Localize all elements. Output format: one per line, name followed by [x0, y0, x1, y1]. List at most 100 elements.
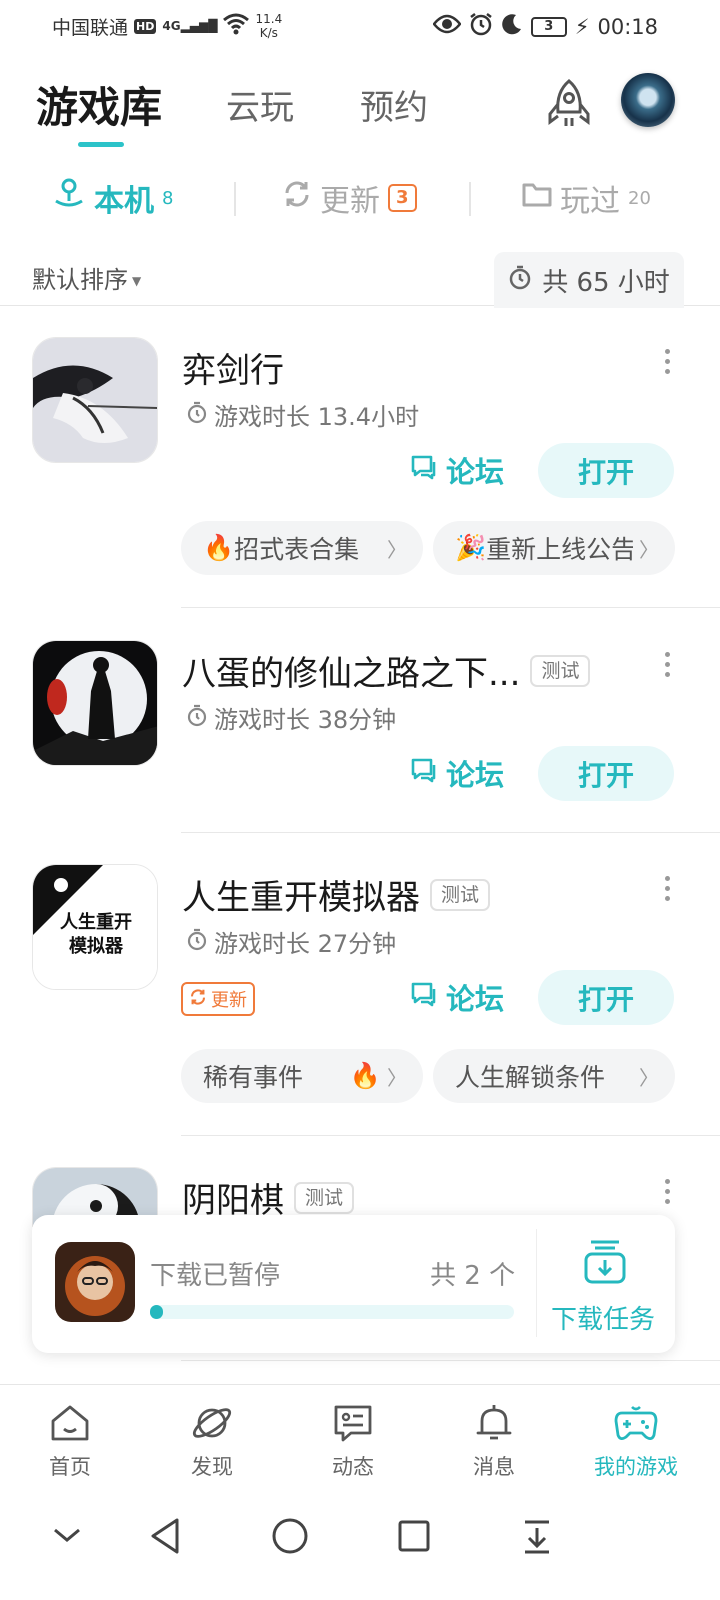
- timer-icon: [186, 703, 208, 733]
- chat-icon: [410, 756, 438, 790]
- more-menu-icon[interactable]: [662, 1179, 672, 1204]
- download-tray-icon[interactable]: [581, 1238, 629, 1286]
- forum-button[interactable]: 论坛: [410, 752, 504, 794]
- subtab-update-label: 更新: [320, 184, 380, 219]
- playtime-text: 游戏时长 13.4小时: [214, 403, 420, 431]
- guide-chips: 稀有事件 🔥 〉 人生解锁条件 〉: [181, 1049, 675, 1103]
- download-panel[interactable]: 下载已暂停 共 2 个 下载任务: [32, 1215, 675, 1353]
- nav-feed[interactable]: 动态: [283, 1401, 423, 1481]
- chip-relaunch-notice[interactable]: 🎉 重新上线公告 〉: [433, 521, 675, 575]
- chevron-right-icon: 〉: [639, 537, 659, 562]
- download-tasks-button[interactable]: 下载任务: [551, 1299, 655, 1336]
- network-type: 4G: [162, 19, 181, 33]
- more-menu-icon[interactable]: [662, 652, 672, 677]
- refresh-icon: [189, 988, 207, 1011]
- chip-label: 稀有事件: [203, 1063, 304, 1092]
- joystick-icon: [52, 177, 86, 219]
- fire-icon: 🔥: [349, 1061, 381, 1090]
- speed-value: 11.4: [255, 12, 283, 26]
- nav-messages[interactable]: 消息: [424, 1401, 564, 1481]
- nav-label: 消息: [473, 1455, 515, 1479]
- game-icon-badan[interactable]: [32, 640, 158, 766]
- notification-shade-icon[interactable]: [513, 1512, 561, 1560]
- nav-home[interactable]: 首页: [0, 1401, 140, 1481]
- forum-label: 论坛: [446, 758, 505, 792]
- charging-icon: ⚡: [574, 14, 590, 39]
- speed-unit: K/s: [259, 26, 278, 40]
- nav-discover[interactable]: 发现: [142, 1401, 282, 1481]
- chip-unlock-conditions[interactable]: 人生解锁条件 〉: [433, 1049, 675, 1103]
- tab-game-library[interactable]: 游戏库: [36, 74, 162, 135]
- rocket-icon[interactable]: [544, 78, 594, 130]
- chevron-down-icon[interactable]: [43, 1512, 91, 1560]
- battery-icon: 3: [530, 16, 567, 37]
- bell-icon: [476, 1405, 512, 1440]
- network-speed: 11.4 K/s: [255, 12, 282, 40]
- eye-icon: [432, 14, 462, 39]
- update-count-badge: 3: [388, 184, 417, 212]
- playtime: 游戏时长 13.4小时: [186, 397, 419, 432]
- update-tag[interactable]: 更新: [181, 982, 255, 1016]
- subtab-local[interactable]: 本机 8: [52, 176, 173, 220]
- sub-tabs: 本机 8 更新 3 玩过 20: [0, 168, 720, 228]
- wifi-icon: [223, 13, 250, 40]
- game-title-row: 人生重开模拟器 测试: [182, 870, 491, 919]
- nav-label: 首页: [49, 1455, 91, 1479]
- chip-rare-events[interactable]: 稀有事件 🔥 〉: [181, 1049, 423, 1103]
- more-menu-icon[interactable]: [662, 349, 672, 374]
- game-icon-life-restart[interactable]: 人生重开 模拟器: [32, 864, 158, 990]
- subtab-played[interactable]: 玩过 20: [522, 176, 651, 220]
- chevron-right-icon: 〉: [387, 537, 407, 562]
- more-menu-icon[interactable]: [662, 876, 672, 901]
- test-tag: 测试: [530, 654, 591, 687]
- chevron-right-icon: 〉: [639, 1065, 659, 1090]
- open-button[interactable]: 打开: [538, 970, 674, 1025]
- chip-move-list[interactable]: 🔥 招式表合集 〉: [181, 521, 423, 575]
- total-playtime-text: 共 65 小时: [542, 267, 670, 298]
- status-right: 3 ⚡ 00:18: [432, 12, 658, 41]
- moon-icon: [501, 13, 523, 40]
- folder-icon: [522, 180, 552, 216]
- game-icon-yijianxing[interactable]: [32, 337, 158, 463]
- chip-label: 重新上线公告: [486, 535, 633, 564]
- sort-row: 默认排序 ▼ 共 65 小时: [0, 250, 720, 308]
- recents-icon[interactable]: [390, 1512, 438, 1560]
- open-button[interactable]: 打开: [538, 746, 674, 801]
- tab-cloud-play[interactable]: 云玩: [226, 80, 294, 129]
- nav-label: 动态: [332, 1455, 374, 1479]
- divider: [181, 832, 720, 833]
- subtab-update[interactable]: 更新 3: [282, 176, 417, 220]
- nav-my-games[interactable]: 我的游戏: [566, 1401, 706, 1481]
- party-popper-icon: 🎉: [455, 533, 487, 562]
- sort-label: 默认排序: [32, 266, 128, 294]
- user-avatar[interactable]: [621, 73, 675, 127]
- alarm-icon: [469, 12, 493, 41]
- system-nav-bar: [0, 1490, 720, 1600]
- icon-caption: 人生重开 模拟器: [33, 911, 157, 959]
- chip-label: 人生解锁条件: [455, 1063, 606, 1092]
- forum-button[interactable]: 论坛: [410, 976, 504, 1018]
- fire-icon: 🔥: [203, 533, 235, 562]
- timer-icon: [186, 927, 208, 957]
- chat-icon: [410, 453, 438, 487]
- game-title-row: 弈剑行: [182, 343, 284, 392]
- test-tag: 测试: [430, 878, 491, 911]
- playtime-text: 游戏时长 38分钟: [214, 706, 397, 734]
- caret-down-icon: ▼: [132, 274, 142, 288]
- tab-reservation[interactable]: 预约: [360, 80, 428, 129]
- message-board-icon: [334, 1405, 372, 1442]
- bottom-nav: 首页 发现 动态 消息 我的游戏: [0, 1384, 720, 1490]
- timer-icon: [186, 400, 208, 430]
- icon-text: 人生重开: [60, 912, 132, 933]
- refresh-icon: [282, 179, 312, 217]
- status-bar: 中国联通 HD 4G▂▄▆█ 11.4 K/s 3 ⚡ 00:18: [0, 0, 720, 50]
- forum-label: 论坛: [446, 982, 505, 1016]
- open-button[interactable]: 打开: [538, 443, 674, 498]
- sort-dropdown[interactable]: 默认排序 ▼: [32, 260, 141, 295]
- home-circle-icon[interactable]: [266, 1512, 314, 1560]
- download-count: 共 2 个: [430, 1261, 516, 1291]
- forum-button[interactable]: 论坛: [410, 449, 504, 491]
- game-title-row: 八蛋的修仙之路之下... 测试: [182, 646, 591, 695]
- back-icon[interactable]: [143, 1512, 191, 1560]
- playtime: 游戏时长 27分钟: [186, 924, 396, 959]
